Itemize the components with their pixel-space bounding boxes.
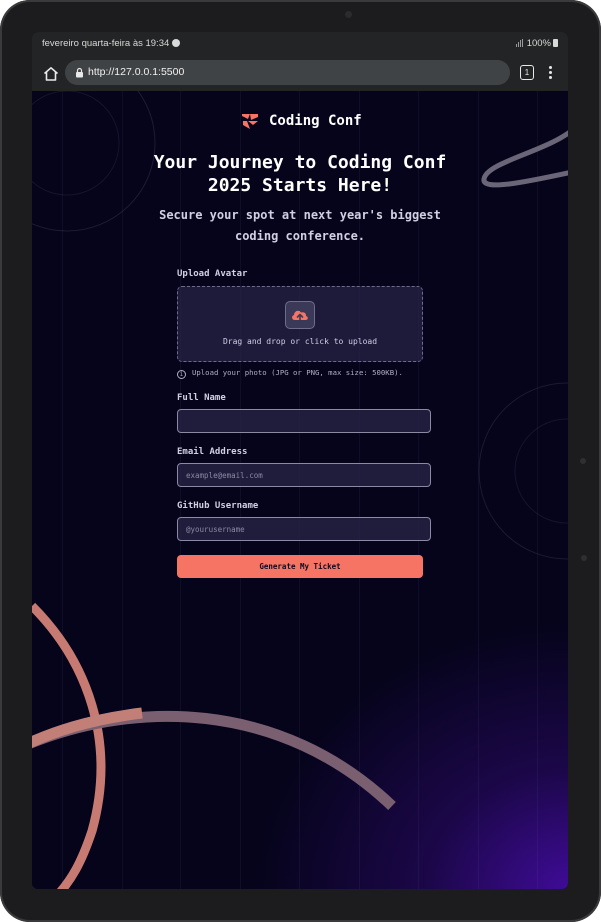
screen: fevereiro quarta-feira às 19:34 100% htt… bbox=[32, 32, 568, 889]
info-icon: i bbox=[177, 370, 186, 379]
email-label: Email Address bbox=[177, 447, 248, 457]
avatar-dropzone[interactable]: Drag and drop or click to upload bbox=[177, 286, 423, 362]
avatar-hint: i Upload your photo (JPG or PNG, max size… bbox=[177, 368, 403, 379]
web-page: Coding Conf Your Journey to Coding Conf … bbox=[32, 91, 568, 889]
avatar-label: Upload Avatar bbox=[177, 269, 248, 279]
front-camera bbox=[345, 11, 352, 18]
side-button-upper bbox=[580, 458, 586, 464]
address-bar[interactable]: http://127.0.0.1:5500 bbox=[65, 60, 510, 85]
lock-icon bbox=[76, 67, 83, 78]
battery-icon bbox=[553, 39, 558, 47]
generate-ticket-button[interactable]: Generate My Ticket bbox=[177, 555, 423, 578]
status-datetime: fevereiro quarta-feira às 19:34 bbox=[42, 38, 181, 49]
tabs-button[interactable]: 1 bbox=[520, 65, 534, 80]
browser-toolbar: http://127.0.0.1:5500 1 bbox=[32, 56, 568, 91]
full-name-input[interactable] bbox=[177, 409, 431, 433]
page-title: Your Journey to Coding Conf 2025 Starts … bbox=[153, 152, 447, 196]
do-not-disturb-icon bbox=[172, 39, 181, 47]
tab-count: 1 bbox=[524, 68, 530, 77]
status-right: 100% bbox=[515, 38, 558, 50]
avatar-hint-text: Upload your photo (JPG or PNG, max size:… bbox=[192, 368, 403, 377]
more-vert-icon[interactable] bbox=[547, 65, 553, 81]
logo-icon bbox=[242, 114, 258, 129]
home-icon[interactable] bbox=[42, 65, 60, 83]
side-button-lower bbox=[581, 555, 587, 561]
full-name-label: Full Name bbox=[177, 393, 226, 403]
upload-icon bbox=[285, 301, 315, 329]
dropzone-text: Drag and drop or click to upload bbox=[222, 337, 378, 346]
page-subtitle: Secure your spot at next year's biggest … bbox=[159, 208, 441, 243]
battery-percent: 100% bbox=[526, 38, 551, 49]
status-bar: fevereiro quarta-feira às 19:34 100% bbox=[32, 32, 568, 56]
email-input[interactable] bbox=[177, 463, 431, 487]
signal-icon bbox=[515, 39, 524, 50]
tablet-frame: fevereiro quarta-feira às 19:34 100% htt… bbox=[0, 0, 601, 922]
brand-name: Coding Conf bbox=[269, 113, 362, 129]
address-url: http://127.0.0.1:5500 bbox=[88, 66, 185, 78]
github-input[interactable] bbox=[177, 517, 431, 541]
github-label: GitHub Username bbox=[177, 501, 259, 511]
